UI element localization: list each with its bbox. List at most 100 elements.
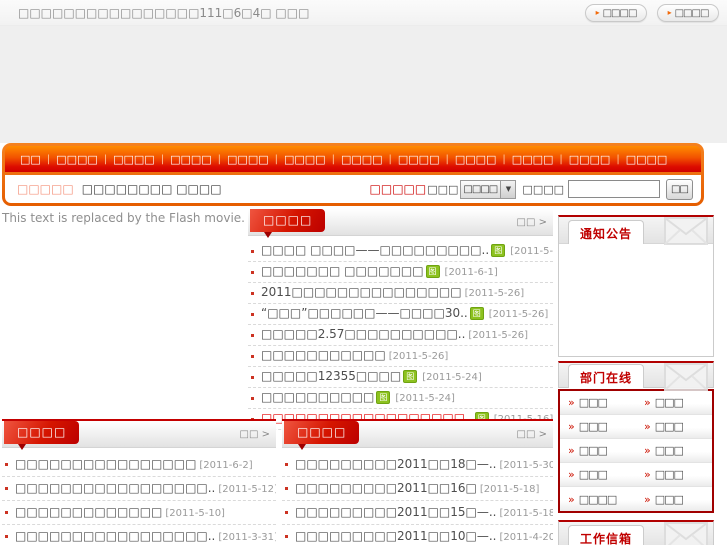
nav-item-11[interactable]: □□□□ [626, 153, 668, 166]
bottom-left-section: □□□□ □□ > □□□□□□□□□□□□□□□□ [2011-6-2] □□□… [2, 419, 276, 545]
nav-item-10[interactable]: □□□□ [569, 153, 611, 166]
list-item[interactable]: □□□□ □□□□——□□□□□□□□□..图[2011-5-28] [248, 241, 553, 262]
set-home-button[interactable]: ▸ □□□□ [585, 4, 647, 22]
chevron-down-icon[interactable]: ▼ [500, 180, 516, 198]
list-item[interactable]: □□□□□2.57□□□□□□□□□□.. [2011-5-26] [248, 325, 553, 346]
department-label: □□□□ [578, 492, 618, 506]
notices-section: 通知公告 [558, 215, 714, 357]
department-link[interactable]: » □□□ [560, 391, 636, 414]
search-input[interactable] [568, 180, 660, 198]
nav-item-0[interactable]: □□ [20, 153, 41, 166]
department-row: » □□□» □□□ [560, 439, 712, 463]
double-chevron-icon: » [568, 420, 575, 433]
department-link[interactable]: » □□□ [560, 463, 636, 486]
double-chevron-icon: » [644, 468, 651, 481]
bottom-right-more-link[interactable]: □□ > [517, 429, 547, 440]
department-row: » □□□» □□□ [560, 391, 712, 415]
mailbox-header: 工作信箱 [559, 522, 713, 545]
list-item[interactable]: □□□□□□□□□2011□□10□—..[2011-4-20] [282, 525, 553, 545]
list-item[interactable]: □□□□□□□□□□□□□ [2011-5-10] [2, 501, 276, 525]
tab-departments[interactable]: 部门在线 [568, 364, 645, 388]
departments-grid: » □□□» □□□» □□□» □□□» □□□» □□□» □□□» □□□» □□□□» □□… [558, 389, 714, 513]
nav-item-3[interactable]: □□□□ [170, 153, 212, 166]
department-label: □□□ [578, 468, 608, 481]
department-link[interactable]: » □□□ [636, 439, 712, 462]
bottom-right-ribbon: □□□□ [284, 421, 360, 450]
news-header-ribbon: □□□□ [250, 209, 326, 238]
nav-separator: | [103, 153, 108, 165]
list-item[interactable]: □□□□□□□□□□□□□□□□ [2011-6-2] [2, 453, 276, 477]
department-link[interactable]: » □□□ [560, 415, 636, 438]
double-chevron-icon: » [568, 396, 575, 409]
department-label: □□□ [654, 492, 684, 506]
department-link[interactable]: » □□□□ [560, 487, 636, 511]
list-item[interactable]: □□□□□□□□□2011□□15□—..[2011-5-18] [282, 501, 553, 525]
department-label: □□□ [578, 444, 608, 457]
nav-item-2[interactable]: □□□□ [113, 153, 155, 166]
list-item[interactable]: 2011□□□□□□□□□□□□□□□ [2011-5-26] [248, 283, 553, 304]
search-button[interactable]: □□ [666, 178, 693, 200]
add-favorite-button[interactable]: ▸ □□□□ [657, 4, 719, 22]
arrow-icon: ▸ [595, 8, 600, 17]
news-more-link[interactable]: □□ > [517, 217, 547, 228]
nav-separator: | [445, 153, 449, 165]
nav-item-8[interactable]: □□□□ [455, 153, 497, 166]
department-row: » □□□□» □□□ [560, 487, 712, 511]
departments-section: 部门在线 » □□□» □□□» □□□» □□□» □□□» □□□» □□□» □□□» □□… [558, 361, 714, 513]
date-status-text: □□□□□□□□□□□□□□□□111□6□4□ □□□ [18, 6, 310, 20]
department-link[interactable]: » □□□ [636, 415, 712, 438]
department-label: □□□ [578, 420, 608, 433]
nav-item-6[interactable]: □□□□ [341, 153, 383, 166]
search-area: □□□□□ □□□ □□□□ ▼ □□□□ □□ [370, 175, 693, 203]
nav-item-7[interactable]: □□□□ [398, 153, 440, 166]
nav-separator: | [160, 153, 165, 165]
nav-separator: | [388, 153, 392, 165]
tab-notices[interactable]: 通知公告 [568, 220, 645, 244]
list-item[interactable]: □□□□□□□ □□□□□□□ 图 [2011-6-1] [248, 262, 553, 283]
department-link[interactable]: » □□□ [560, 439, 636, 462]
nav-item-9[interactable]: □□□□ [512, 153, 554, 166]
list-item[interactable]: □□□□□□□□□2011□□16□ [2011-5-18] [282, 477, 553, 501]
list-item[interactable]: □□□□□12355□□□□ 图 [2011-5-24] [248, 367, 553, 388]
department-row: » □□□» □□□ [560, 463, 712, 487]
category-select[interactable]: □□□□ ▼ [460, 179, 517, 199]
department-label: □□□ [654, 468, 684, 481]
list-item[interactable]: □□□□□□□□□2011□□18□—..[2011-5-30] [282, 453, 553, 477]
arrow-icon: ▸ [667, 8, 672, 17]
double-chevron-icon: » [644, 420, 651, 433]
list-item[interactable]: “□□□”□□□□□□——□□□□30.. 图 [2011-5-26] [248, 304, 553, 325]
news-list: □□□□ □□□□——□□□□□□□□□..图[2011-5-28] □□□□□… [248, 236, 553, 430]
news-header: □□□□ □□ > [248, 209, 553, 238]
department-link[interactable]: » □□□ [636, 487, 712, 511]
list-item[interactable]: □□□□□□□□□□□ [2011-5-26] [248, 346, 553, 367]
tab-mailbox[interactable]: 工作信箱 [568, 525, 645, 545]
search-title: □□□□□ [369, 182, 427, 196]
department-link[interactable]: » □□□ [636, 391, 712, 414]
envelope-icon [664, 363, 708, 391]
flash-placeholder-text: This text is replaced by the Flash movie… [2, 211, 245, 225]
nav-separator: | [502, 153, 506, 165]
main-nav: □□ | □□□□ | □□□□ | □□□□ | □□□□ | □□□□ | □□□□ | □□□□ | □□… [5, 146, 701, 172]
double-chevron-icon: » [568, 444, 575, 457]
bottom-left-more-link[interactable]: □□ > [240, 429, 270, 440]
bottom-right-list: □□□□□□□□□2011□□18□—..[2011-5-30] □□□□□□□… [282, 448, 553, 545]
double-chevron-icon: » [644, 444, 651, 457]
department-row: » □□□» □□□ [560, 415, 712, 439]
envelope-icon [664, 522, 708, 545]
double-chevron-icon: » [568, 492, 575, 506]
image-badge: 图 [425, 265, 440, 278]
nav-item-1[interactable]: □□□□ [56, 153, 98, 166]
list-item[interactable]: □□□□□□□□□□□□□□□□□.. [2011-3-31] [2, 525, 276, 545]
nav-item-5[interactable]: □□□□ [284, 153, 326, 166]
departments-header: 部门在线 [558, 361, 714, 391]
bottom-left-ribbon: □□□□ [4, 421, 80, 450]
list-item[interactable]: □□□□□□□□□□□□□□□□□.. [2011-5-12] [2, 477, 276, 501]
bottom-left-list: □□□□□□□□□□□□□□□□ [2011-6-2] □□□□□□□□□□□□□… [2, 448, 276, 545]
top-bar: □□□□□□□□□□□□□□□□111□6□4□ □□□ ▸ □□□□ ▸ □□… [0, 0, 727, 26]
keyword-label: □□□□ [522, 182, 564, 196]
nav-item-4[interactable]: □□□□ [227, 153, 269, 166]
list-item[interactable]: □□□□□□□□□□ 图 [2011-5-24] [248, 388, 553, 409]
department-link[interactable]: » □□□ [636, 463, 712, 486]
double-chevron-icon: » [644, 492, 651, 506]
notices-body [559, 244, 713, 356]
